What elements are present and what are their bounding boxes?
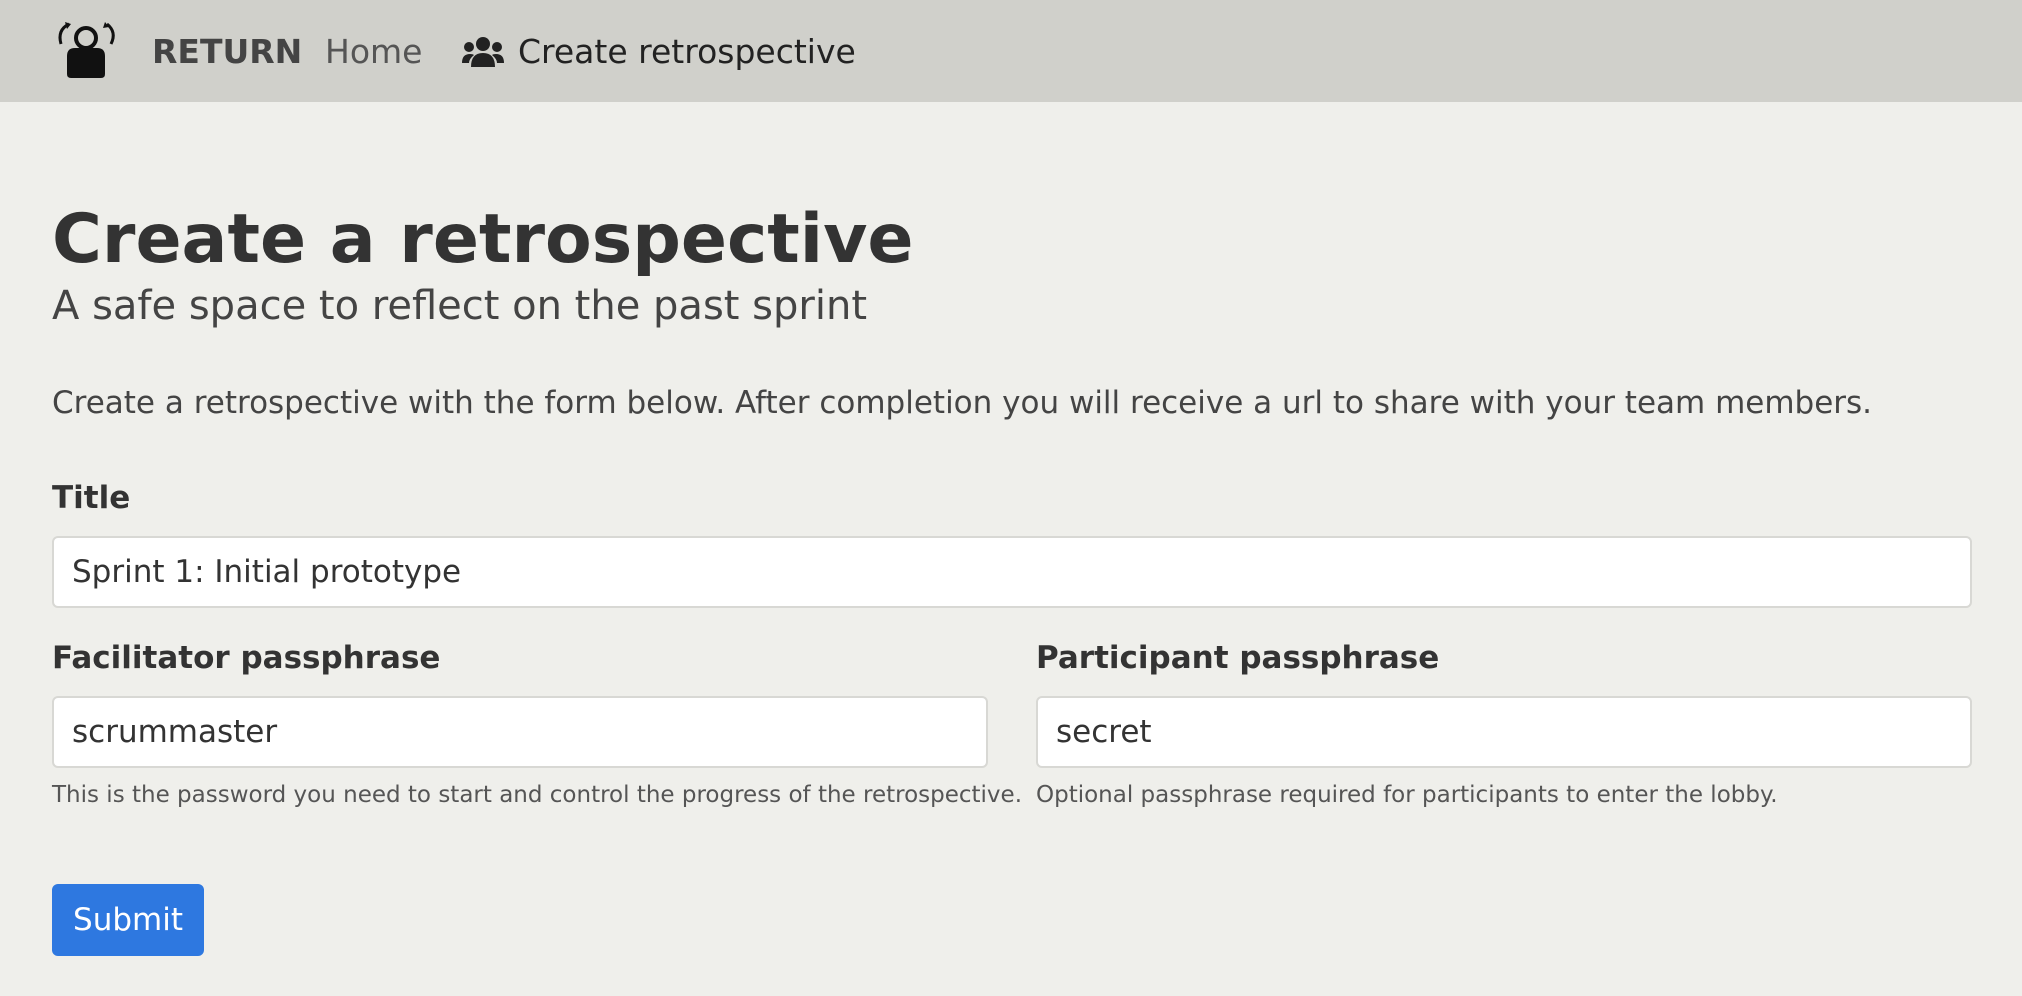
return-logo-icon[interactable] [55, 18, 119, 82]
brand-name[interactable]: RETURN [152, 30, 302, 74]
page-subtitle: A safe space to reflect on the past spri… [52, 283, 867, 329]
participant-passphrase-help: Optional passphrase required for partici… [1036, 782, 1778, 808]
facilitator-passphrase-help: This is the password you need to start a… [52, 782, 1023, 808]
top-navbar: RETURN Home Create retrospective [0, 0, 2022, 102]
nav-create-label: Create retrospective [518, 32, 856, 71]
nav-link-home[interactable]: Home [325, 30, 422, 74]
page-title: Create a retrospective [52, 200, 914, 279]
title-input[interactable] [52, 536, 1972, 608]
users-icon [462, 37, 504, 67]
submit-button[interactable]: Submit [52, 884, 204, 956]
facilitator-passphrase-label: Facilitator passphrase [52, 640, 441, 676]
page-description: Create a retrospective with the form bel… [52, 385, 1873, 421]
title-label: Title [52, 480, 131, 516]
nav-link-create-retrospective[interactable]: Create retrospective [462, 30, 856, 74]
participant-passphrase-label: Participant passphrase [1036, 640, 1440, 676]
participant-passphrase-input[interactable] [1036, 696, 1972, 768]
facilitator-passphrase-input[interactable] [52, 696, 988, 768]
